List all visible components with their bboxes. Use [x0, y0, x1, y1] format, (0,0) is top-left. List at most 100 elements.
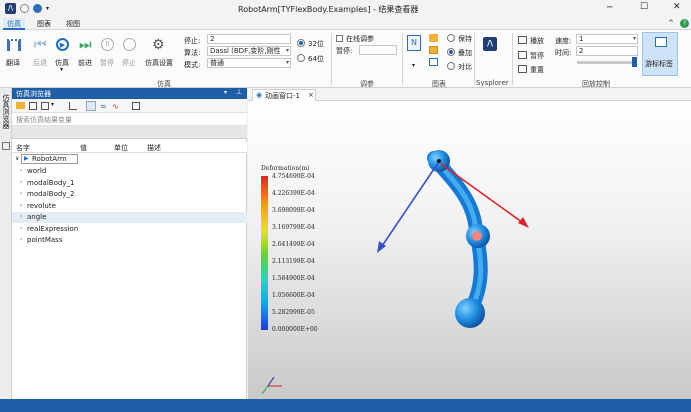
- overlay-radio[interactable]: [447, 48, 455, 56]
- quick-open-icon[interactable]: [20, 4, 29, 13]
- status-bar: [0, 399, 691, 412]
- simulate-dropdown-icon[interactable]: ▾: [60, 66, 63, 73]
- browser-column-header: 名字 值 单位 描述: [12, 142, 247, 153]
- expand-root-icon[interactable]: ∨: [15, 155, 19, 162]
- tab-close-icon[interactable]: ×: [308, 91, 314, 99]
- column-unit[interactable]: 单位: [114, 143, 128, 153]
- tab-animation-window[interactable]: ◉ 动画窗口-1 ×: [252, 89, 316, 101]
- grid-icon[interactable]: [41, 102, 49, 110]
- new-chart-dropdown-icon[interactable]: ▾: [412, 62, 415, 69]
- online-debug-checkbox[interactable]: [336, 35, 343, 42]
- plot-icon-3[interactable]: ∿: [112, 102, 119, 111]
- cursor-label-text: 游标标签: [645, 60, 673, 68]
- menu-chart[interactable]: 图表: [33, 18, 55, 30]
- reset-button[interactable]: 重置: [530, 65, 544, 75]
- tree-item-label: realExpression: [27, 224, 79, 233]
- tree-item-realExpression[interactable]: › realExpression: [12, 224, 247, 235]
- cursor-label-button[interactable]: 游标标签: [642, 32, 678, 76]
- quick-run-icon[interactable]: [33, 4, 42, 13]
- expand-icon[interactable]: ›: [20, 202, 22, 209]
- ribbon-separator: [474, 33, 475, 85]
- pause-play-icon: [518, 51, 527, 59]
- robot-arm-scene[interactable]: [248, 101, 691, 399]
- time-slider-handle[interactable]: [632, 57, 637, 67]
- tree-item-modalBody_1[interactable]: › modalBody_1: [12, 178, 247, 189]
- tree-item-pointMass[interactable]: › pointMass: [12, 235, 247, 246]
- forward-button[interactable]: 前进: [78, 58, 92, 68]
- save-icon[interactable]: [29, 102, 37, 110]
- menu-simulation[interactable]: 仿真: [3, 18, 25, 30]
- menu-view[interactable]: 视图: [62, 18, 84, 30]
- chart-option-icon-1[interactable]: [429, 34, 438, 42]
- tree-item-label: world: [27, 167, 47, 175]
- expand-icon[interactable]: ›: [20, 167, 22, 174]
- stop-button[interactable]: 停止: [122, 58, 136, 68]
- time-input[interactable]: 2: [576, 46, 638, 56]
- window-title: RobotArm[TYFlexBody.Examples] - 结果查看器: [238, 5, 419, 14]
- plot-icon-2[interactable]: ≈: [100, 102, 107, 111]
- expand-icon[interactable]: ›: [20, 225, 22, 232]
- tree-item-modalBody_2[interactable]: › modalBody_2: [12, 189, 247, 200]
- pause-button[interactable]: 暂停: [100, 58, 114, 68]
- pause-play-button[interactable]: 暂停: [530, 51, 544, 61]
- tree-root[interactable]: ∨ ▶ RobotArm: [12, 154, 247, 165]
- minimize-button[interactable]: ─: [607, 3, 612, 13]
- column-name[interactable]: 名字: [16, 143, 30, 153]
- cursor-label-icon: [655, 37, 667, 47]
- expand-icon[interactable]: ›: [20, 213, 22, 220]
- open-folder-icon[interactable]: [16, 102, 25, 109]
- expand-icon[interactable]: ›: [20, 190, 22, 197]
- side-tab-icon[interactable]: [2, 142, 10, 150]
- column-value[interactable]: 值: [80, 143, 87, 153]
- simulation-settings-button[interactable]: 仿真设置: [145, 58, 173, 68]
- keep-radio[interactable]: [447, 34, 455, 42]
- panel-menu-icon[interactable]: ▾: [224, 89, 227, 96]
- x-arrow-head: [518, 217, 529, 228]
- bit64-radio[interactable]: [297, 54, 305, 62]
- browser-search[interactable]: 搜索仿真结果变量: [12, 113, 247, 126]
- search-input[interactable]: 搜索仿真结果变量: [16, 115, 72, 125]
- mode-select[interactable]: 普通 ▾: [207, 58, 291, 68]
- expand-icon[interactable]: ›: [20, 179, 22, 186]
- y-direction-arrow: [379, 162, 439, 250]
- play-button[interactable]: 播放: [530, 36, 544, 46]
- bit32-radio[interactable]: [297, 39, 305, 47]
- speed-select[interactable]: 1 ▾: [576, 34, 638, 44]
- close-button[interactable]: ✕: [673, 2, 681, 12]
- translate-button[interactable]: 翻译: [6, 58, 20, 68]
- sysplorer-button[interactable]: Sysplorer: [476, 79, 509, 87]
- chart-axis-icon[interactable]: [69, 102, 77, 110]
- chart-option-icon-3[interactable]: [429, 58, 438, 66]
- debug-pause-label: 暂停:: [336, 47, 353, 55]
- algorithm-select[interactable]: Dassl (BDF,变阶,刚性 ▾: [207, 46, 291, 56]
- quick-menu-icon[interactable]: ▾: [46, 5, 49, 12]
- chart-option-icon-2[interactable]: [429, 46, 438, 54]
- time-slider[interactable]: [577, 61, 637, 64]
- collapse-ribbon-icon[interactable]: ^: [668, 19, 674, 27]
- ribbon-separator: [331, 33, 332, 85]
- pause-icon: II: [101, 38, 114, 51]
- tree-item-revolute[interactable]: › revolute: [12, 201, 247, 212]
- tree-item-world[interactable]: › world: [12, 166, 247, 177]
- column-description[interactable]: 描述: [147, 143, 161, 153]
- panel-pin-icon[interactable]: ⊥: [236, 88, 242, 96]
- expand-icon[interactable]: ›: [20, 236, 22, 243]
- root-label: RobotArm: [32, 155, 67, 163]
- debug-pause-input[interactable]: [359, 45, 397, 55]
- new-chart-icon[interactable]: N: [407, 35, 421, 51]
- plot-icon-1[interactable]: [86, 101, 96, 111]
- collapse-icon[interactable]: [132, 102, 140, 110]
- side-tab-browser[interactable]: 仿真浏览器: [1, 94, 11, 129]
- compare-radio[interactable]: [447, 62, 455, 70]
- help-icon[interactable]: ?: [680, 19, 689, 28]
- maximize-button[interactable]: ☐: [640, 2, 648, 12]
- back-button[interactable]: 后退: [33, 58, 47, 68]
- animation-tab-label: 动画窗口-1: [265, 92, 300, 100]
- stop-time-input[interactable]: 2: [207, 34, 291, 44]
- tree-item-angle[interactable]: › angle: [12, 212, 247, 223]
- ribbon-separator: [402, 33, 403, 85]
- tree-item-label: modalBody_2: [27, 190, 75, 198]
- overlay-label: 叠加: [458, 49, 472, 57]
- toolbar-dropdown-icon[interactable]: ▾: [51, 101, 54, 108]
- end-mass[interactable]: [455, 298, 485, 328]
